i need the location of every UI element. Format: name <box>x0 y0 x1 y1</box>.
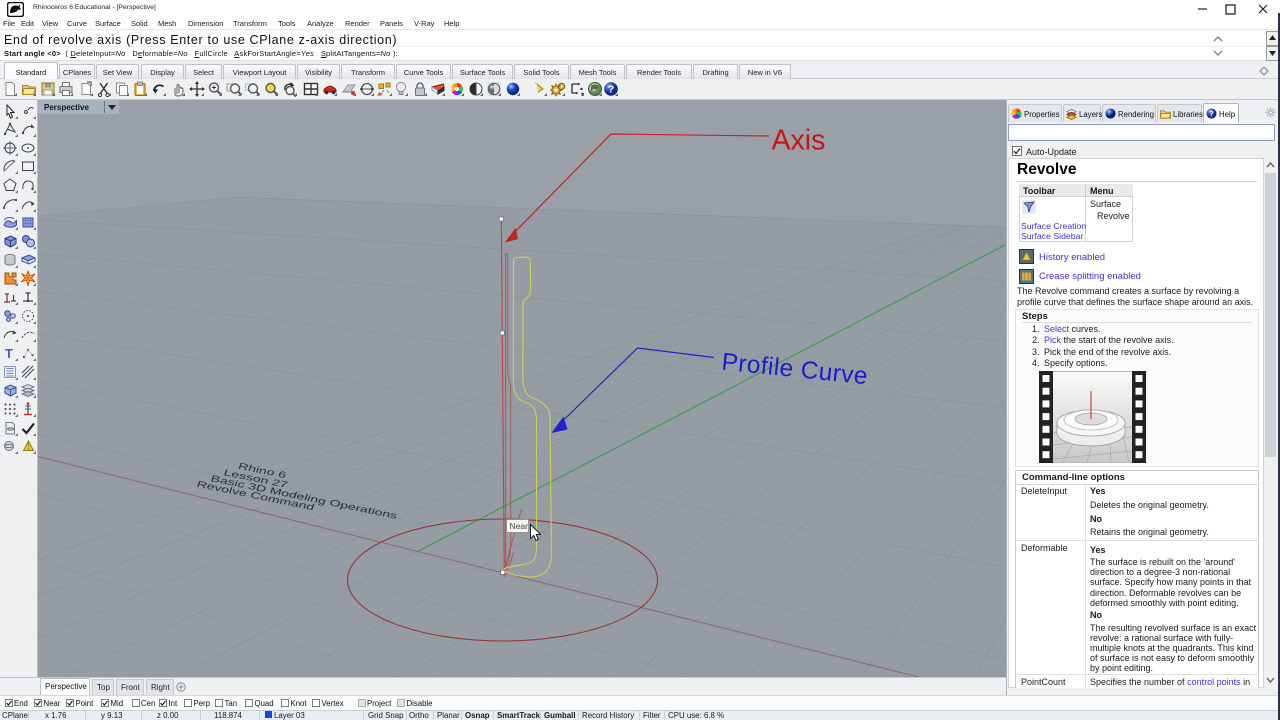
svg-text:T: T <box>5 346 13 361</box>
svg-text:?: ? <box>1209 109 1214 118</box>
svg-text:Near: Near <box>510 521 529 531</box>
svg-text:Axis: Axis <box>772 125 826 157</box>
svg-text:?: ? <box>608 84 614 96</box>
